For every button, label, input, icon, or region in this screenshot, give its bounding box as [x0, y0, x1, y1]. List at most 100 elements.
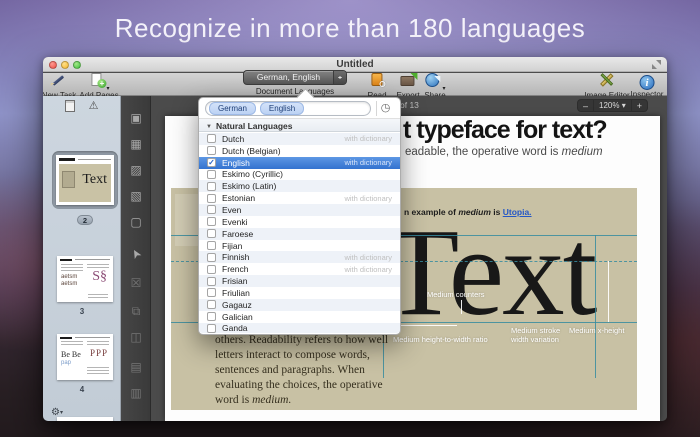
recent-languages-clock-icon[interactable]: ◷: [376, 101, 394, 116]
thumb-image-placeholder: [62, 171, 75, 188]
checkbox-icon[interactable]: [207, 277, 216, 286]
language-row-galician[interactable]: Galician: [199, 311, 400, 323]
dictionary-note: with dictionary: [344, 265, 400, 274]
language-label: French: [222, 264, 248, 274]
tool-draw-table-area-tool[interactable]: ▦: [121, 138, 151, 150]
language-label: Estonian: [222, 193, 255, 203]
language-row-friulian[interactable]: Friulian: [199, 287, 400, 299]
select-tool-icon: ➤: [128, 247, 143, 262]
thumbnail-page-5[interactable]: dbqp abg: [57, 417, 113, 421]
language-row-even[interactable]: Even: [199, 204, 400, 216]
language-label: Finnish: [222, 252, 249, 262]
tool-select-tool[interactable]: ➤: [121, 248, 151, 260]
language-label: Friulian: [222, 288, 250, 298]
dictionary-note: with dictionary: [344, 253, 400, 262]
language-list: Dutch with dictionary Dutch (Belgian) ✓ Engl…: [199, 133, 400, 333]
checkbox-icon[interactable]: [207, 134, 216, 143]
checkbox-icon[interactable]: [207, 265, 216, 274]
language-label: Eskimo (Cyrillic): [222, 169, 283, 179]
checkbox-icon[interactable]: [207, 205, 216, 214]
language-row-eskimo-cyrillic-[interactable]: Eskimo (Cyrillic): [199, 169, 400, 181]
language-row-frisian[interactable]: Frisian: [199, 275, 400, 287]
language-label: Gagauz: [222, 300, 252, 310]
page-number-badge: 2: [77, 215, 93, 225]
right-bound-line: [595, 235, 596, 378]
zoom-in-button[interactable]: +: [632, 100, 647, 111]
warnings-tab-icon[interactable]: ⚠: [89, 101, 99, 112]
section-header-natural-languages[interactable]: ▼Natural Languages: [199, 119, 400, 132]
tool-draw-image-text-area-tool[interactable]: ▧: [121, 190, 151, 202]
page-count-label: of 13: [400, 100, 419, 110]
checkbox-checked-icon[interactable]: ✓: [207, 158, 216, 167]
tool-merge-areas-tool[interactable]: ⧉: [121, 305, 151, 317]
annotation-ratio: Medium height-to-width ratio: [393, 335, 488, 344]
counters-pointer: [461, 300, 462, 314]
language-label: Faroese: [222, 229, 253, 239]
language-row-french[interactable]: French with dictionary: [199, 263, 400, 275]
checkbox-icon[interactable]: [207, 324, 216, 333]
language-label: English: [222, 158, 250, 168]
language-token-field-row: German English ◷: [199, 98, 400, 119]
checkbox-icon[interactable]: [207, 241, 216, 250]
language-row-ganda[interactable]: Ganda: [199, 323, 400, 334]
language-row-gagauz[interactable]: Gagauz: [199, 299, 400, 311]
zoom-out-button[interactable]: –: [578, 100, 593, 111]
marketing-headline: Recognize in more than 180 languages: [0, 13, 700, 44]
thumb-header-bar: [59, 158, 75, 161]
tool-draw-text-area-tool[interactable]: ▣: [121, 112, 151, 124]
token-english[interactable]: English: [260, 102, 304, 115]
language-row-fijian[interactable]: Fijian: [199, 240, 400, 252]
tool-table-columns-tool[interactable]: ▥: [121, 387, 151, 399]
checkbox-icon[interactable]: [207, 217, 216, 226]
dropdown-value: German, English: [244, 71, 333, 84]
big-text-specimen: Text: [383, 211, 595, 336]
checkbox-icon[interactable]: [207, 253, 216, 262]
tool-table-rows-tool[interactable]: ▤: [121, 361, 151, 373]
dictionary-note: with dictionary: [344, 134, 400, 143]
checkbox-icon[interactable]: [207, 182, 216, 191]
language-label: Dutch: [222, 134, 244, 144]
checkbox-icon[interactable]: [207, 288, 216, 297]
table-rows-tool-icon: ▤: [130, 360, 141, 374]
tool-delete-area-tool[interactable]: ☒: [121, 277, 151, 289]
language-token-field[interactable]: German English: [205, 101, 371, 116]
checkbox-icon[interactable]: [207, 229, 216, 238]
export-folder-icon: [399, 73, 417, 87]
merge-areas-tool-icon: ⧉: [132, 304, 141, 318]
checkbox-icon[interactable]: [207, 300, 216, 309]
thumbnail-page-2-selected[interactable]: Text: [52, 151, 118, 209]
language-row-finnish[interactable]: Finnish with dictionary: [199, 251, 400, 263]
tool-split-areas-tool[interactable]: ◫: [121, 331, 151, 343]
tool-draw-area-tool[interactable]: ▢: [121, 216, 151, 228]
fullscreen-icon[interactable]: [652, 60, 661, 69]
language-label: Dutch (Belgian): [222, 146, 281, 156]
zoom-level-menu[interactable]: 120% ▾: [593, 100, 632, 111]
language-row-faroese[interactable]: Faroese: [199, 228, 400, 240]
language-row-english[interactable]: ✓Englishwith dictionary: [199, 157, 400, 169]
draw-area-tool-icon: ▢: [130, 215, 141, 229]
checkbox-icon[interactable]: [207, 194, 216, 203]
language-row-evenki[interactable]: Evenki: [199, 216, 400, 228]
checkbox-icon[interactable]: [207, 312, 216, 321]
split-areas-tool-icon: ◫: [130, 330, 141, 344]
thumbnail-page-4[interactable]: Be Be pap PPP: [57, 334, 113, 380]
sidebar-action-gear-icon[interactable]: ⚙▾: [51, 407, 63, 418]
delete-area-tool-icon: ☒: [131, 276, 142, 290]
checkbox-icon[interactable]: [207, 146, 216, 155]
document-languages-dropdown[interactable]: German, English: [243, 70, 347, 85]
thumbnail-page-3[interactable]: aetsmaetsm S§: [57, 256, 113, 302]
language-label: Fijian: [222, 241, 242, 251]
draw-text-area-tool-icon: ▣: [130, 111, 141, 125]
language-row-eskimo-latin-[interactable]: Eskimo (Latin): [199, 180, 400, 192]
language-row-estonian[interactable]: Estonianwith dictionary: [199, 192, 400, 204]
language-row-dutch-belgian-[interactable]: Dutch (Belgian): [199, 145, 400, 157]
share-globe-icon: [424, 73, 442, 87]
token-german[interactable]: German: [209, 102, 256, 115]
zoom-control: – 120% ▾ +: [577, 99, 648, 112]
pages-tab-icon[interactable]: [65, 100, 75, 112]
tool-draw-image-area-tool[interactable]: ▨: [121, 164, 151, 176]
dropdown-caption: Document Languages: [256, 87, 334, 96]
checkbox-icon[interactable]: [207, 170, 216, 179]
add-page-icon: +: [88, 73, 106, 87]
language-row-dutch[interactable]: Dutch with dictionary: [199, 133, 400, 145]
